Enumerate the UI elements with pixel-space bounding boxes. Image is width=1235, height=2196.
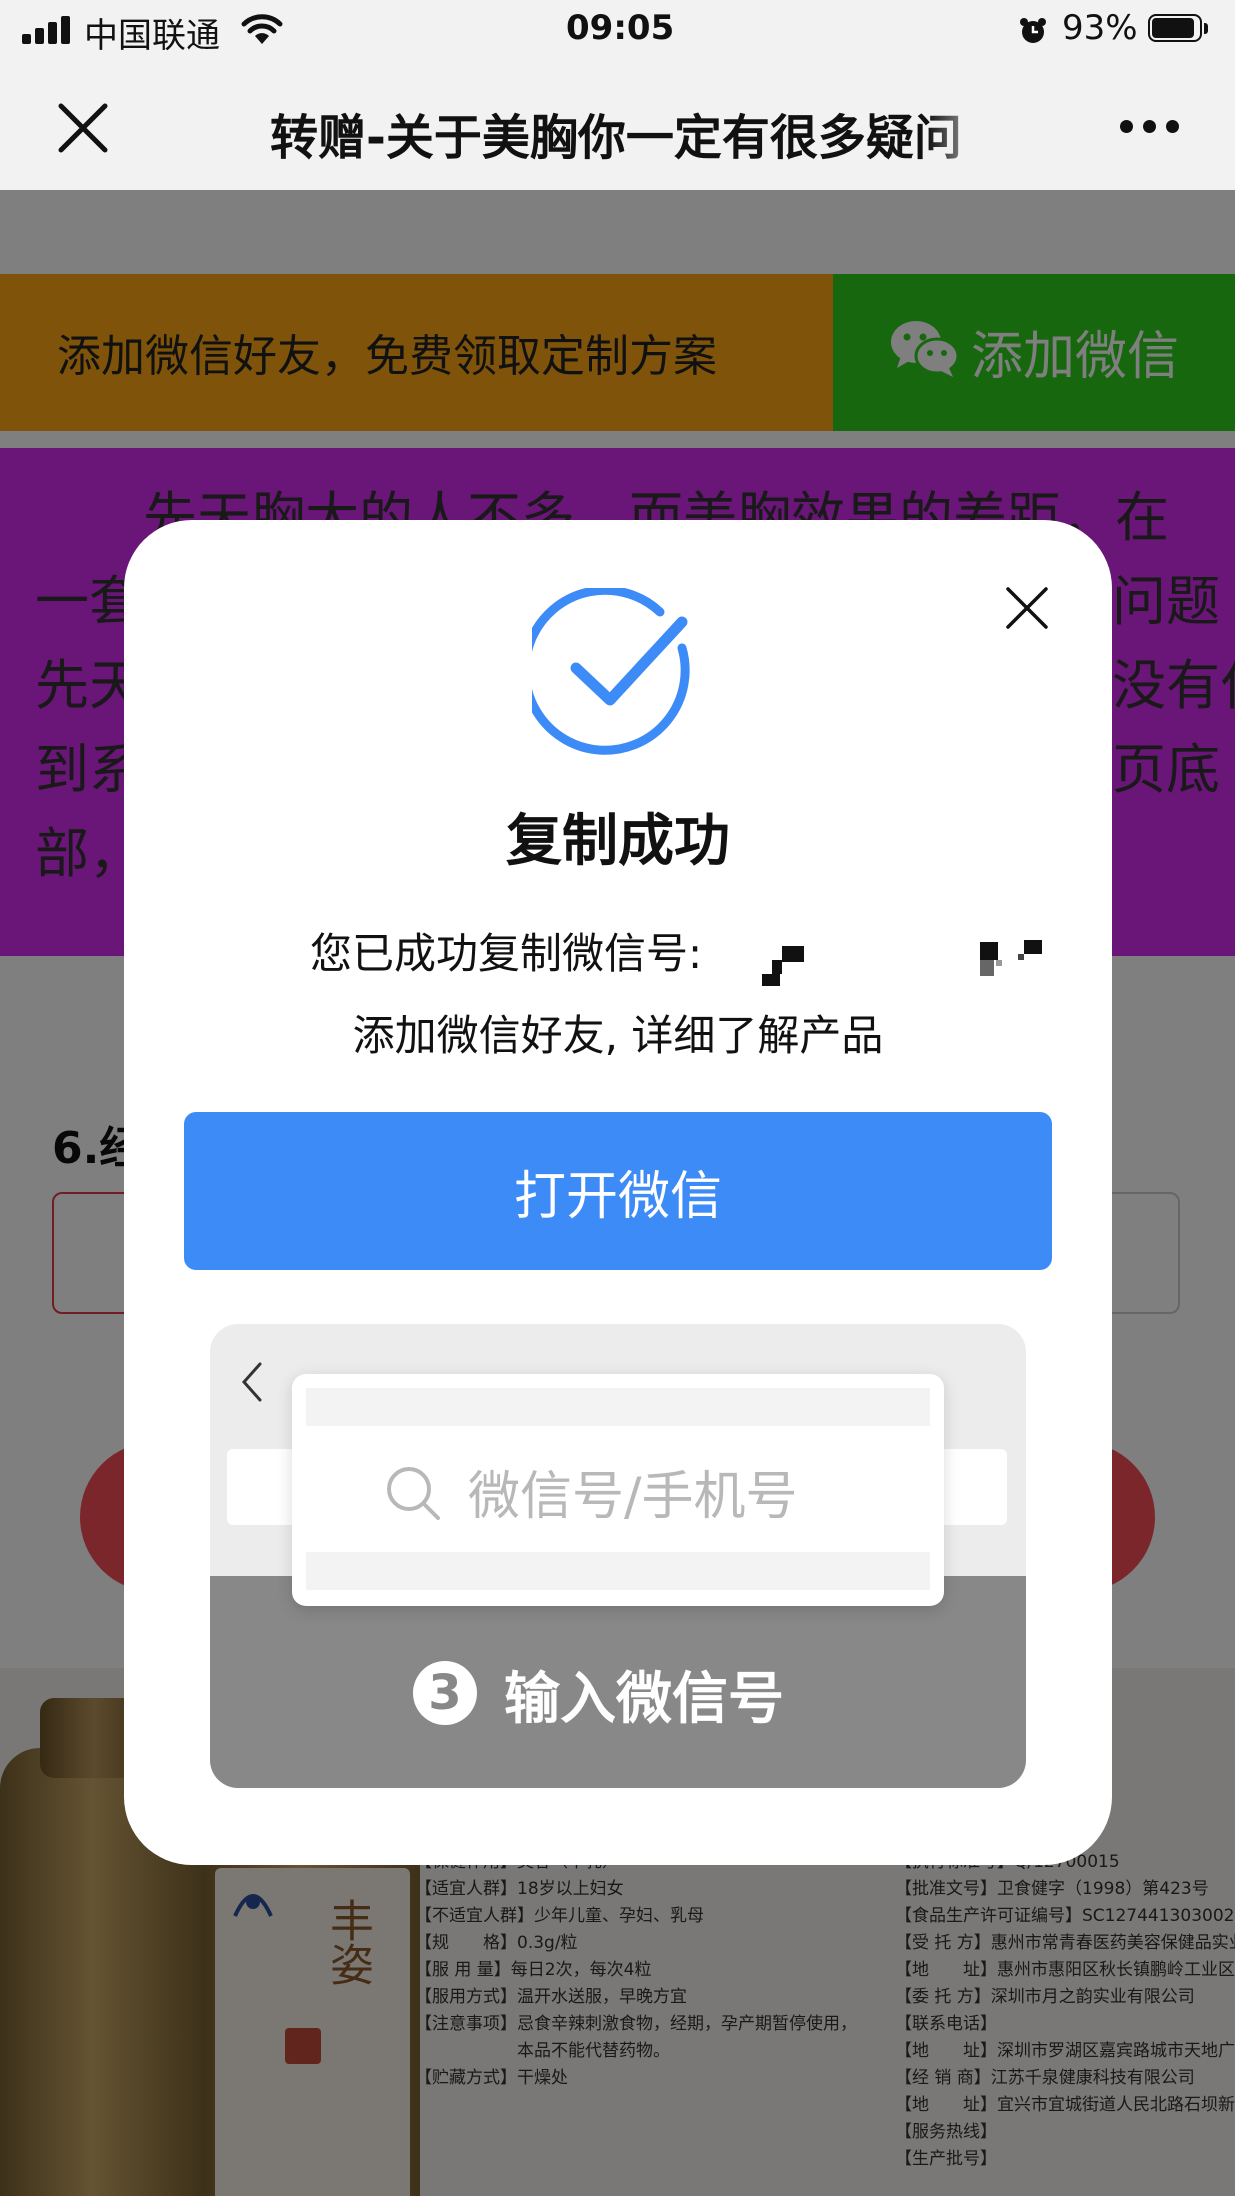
battery-percent: 93%	[1062, 8, 1138, 48]
wifi-icon	[241, 14, 283, 44]
open-wechat-button[interactable]: 打开微信	[184, 1112, 1052, 1270]
page-title: 转赠-关于美胸你一定有很多疑问	[270, 110, 962, 166]
wechat-id-redacted	[762, 932, 1072, 988]
battery-icon	[1148, 14, 1210, 44]
copy-success-dialog: 复制成功 您已成功复制微信号: 添加微信好友, 详细了解产品 打开微信 3 输入…	[124, 520, 1112, 1865]
alarm-icon	[1020, 18, 1046, 43]
copied-message: 您已成功复制微信号:	[310, 929, 703, 978]
step-number-badge: 3	[413, 1661, 477, 1725]
signal-icon	[22, 16, 74, 44]
check-circle-icon	[532, 588, 690, 755]
carrier-label: 中国联通	[84, 16, 220, 56]
search-popup-illustration: 微信号/手机号	[292, 1374, 944, 1606]
back-arrow-icon	[241, 1362, 262, 1402]
nav-bar: 转赠-关于美胸你一定有很多疑问	[0, 62, 1235, 190]
more-menu-icon[interactable]	[1120, 120, 1180, 136]
search-placeholder: 微信号/手机号	[468, 1467, 798, 1527]
close-icon[interactable]	[55, 100, 111, 156]
add-friend-hint: 添加微信好友, 详细了解产品	[352, 1011, 884, 1060]
status-bar: 中国联通 09:05 93%	[0, 0, 1235, 62]
step-banner: 3 输入微信号	[210, 1576, 1026, 1788]
step-instruction: 输入微信号	[504, 1667, 784, 1732]
instruction-illustration: 3 输入微信号 微信号/手机号	[210, 1324, 1026, 1788]
close-icon[interactable]	[1004, 585, 1050, 631]
dialog-title: 复制成功	[506, 809, 730, 874]
clock: 09:05	[566, 8, 675, 48]
search-icon	[387, 1467, 440, 1520]
